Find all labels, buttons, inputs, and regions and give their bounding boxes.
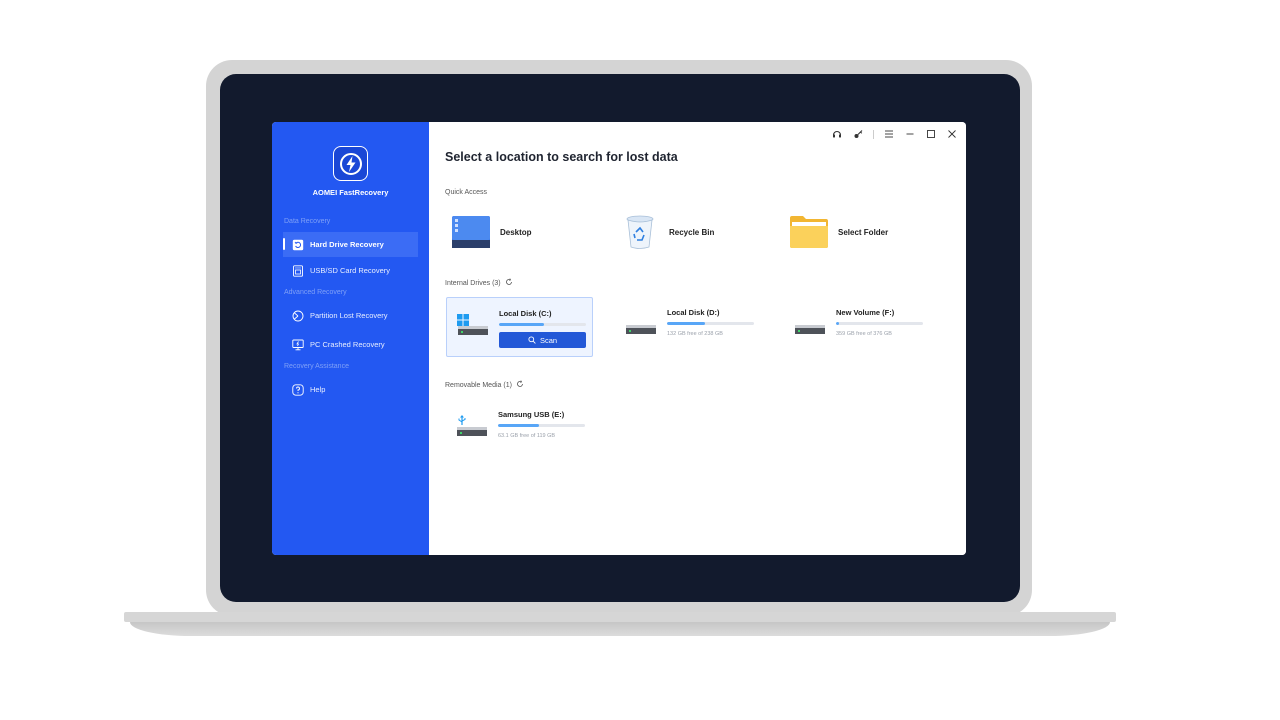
refresh-icon[interactable] xyxy=(505,278,513,288)
window-toolbar xyxy=(831,128,958,140)
desktop-icon xyxy=(451,214,491,250)
drive-f[interactable]: New Volume (F:) 359 GB free of 376 GB xyxy=(784,297,931,357)
drive-name: Local Disk (C:) xyxy=(499,309,552,318)
usb-drive-icon xyxy=(457,415,487,436)
drive-name: Samsung USB (E:) xyxy=(498,410,565,419)
hard-drive-icon xyxy=(795,325,825,334)
app-logo-icon xyxy=(333,146,368,181)
sidebar: AOMEI FastRecovery Data Recovery Hard Dr… xyxy=(272,122,429,555)
brand-name: AOMEI FastRecovery xyxy=(312,188,389,197)
section-label-advanced-recovery: Advanced Recovery xyxy=(284,289,347,296)
main-panel: Select a location to search for lost dat… xyxy=(429,122,966,555)
sidebar-item-label: Hard Drive Recovery xyxy=(310,240,384,249)
drive-name: Local Disk (D:) xyxy=(667,308,720,317)
drive-name: New Volume (F:) xyxy=(836,308,895,317)
minimize-icon[interactable] xyxy=(904,128,916,140)
quick-access-label-recycle-bin: Recycle Bin xyxy=(669,227,715,237)
menu-icon[interactable] xyxy=(883,128,895,140)
drive-usage-bar xyxy=(499,323,586,326)
sidebar-item-hard-drive-recovery[interactable]: Hard Drive Recovery xyxy=(283,232,418,257)
drive-free-space: 132 GB free of 238 GB xyxy=(667,331,723,337)
sidebar-item-label: USB/SD Card Recovery xyxy=(310,266,391,275)
drive-d[interactable]: Local Disk (D:) 132 GB free of 238 GB xyxy=(615,297,762,357)
app-window: AOMEI FastRecovery Data Recovery Hard Dr… xyxy=(272,122,966,555)
windows-drive-icon xyxy=(457,314,488,335)
sidebar-item-label: Partition Lost Recovery xyxy=(310,311,388,320)
quick-access-label-text: Quick Access xyxy=(445,189,488,196)
headset-icon[interactable] xyxy=(831,128,843,140)
quick-access-recycle-bin[interactable]: Recycle Bin xyxy=(620,214,714,250)
drive-usage-fill xyxy=(499,323,545,326)
monitor-icon xyxy=(292,339,304,351)
recycle-bin-icon xyxy=(620,214,660,250)
removable-media-label-text: Removable Media (1) xyxy=(445,381,512,389)
sidebar-item-pc-crashed-recovery[interactable]: PC Crashed Recovery xyxy=(283,332,418,357)
folder-icon xyxy=(789,214,829,250)
internal-drives-label-text: Internal Drives (3) xyxy=(445,279,501,287)
maximize-icon[interactable] xyxy=(925,128,937,140)
partition-icon xyxy=(292,310,304,322)
help-icon xyxy=(292,383,304,396)
sidebar-item-help[interactable]: Help xyxy=(283,377,418,402)
page-title: Select a location to search for lost dat… xyxy=(445,150,678,164)
active-indicator xyxy=(283,238,285,250)
scan-button[interactable]: Scan xyxy=(499,332,586,348)
quick-access-select-folder[interactable]: Select Folder xyxy=(789,214,888,250)
hard-drive-icon xyxy=(626,325,656,334)
drive-usage-fill xyxy=(498,424,539,427)
sidebar-item-label: Help xyxy=(310,385,326,394)
drive-c[interactable]: Local Disk (C:) Scan xyxy=(446,297,593,357)
drive-e[interactable]: Samsung USB (E:) 63.1 GB free of 119 GB xyxy=(446,399,593,459)
drive-usage-bar xyxy=(836,322,923,325)
scan-button-label: Scan xyxy=(539,335,558,345)
quick-access-label-desktop: Desktop xyxy=(500,227,532,237)
sidebar-item-usb-sd-card-recovery[interactable]: USB/SD Card Recovery xyxy=(283,258,418,283)
section-label-data-recovery: Data Recovery xyxy=(284,218,331,225)
internal-drives-label: Internal Drives (3) xyxy=(445,278,513,288)
quick-access-label: Quick Access xyxy=(445,189,487,196)
laptop-base-bottom xyxy=(130,622,1110,636)
sidebar-item-label: PC Crashed Recovery xyxy=(310,340,385,349)
drive-usage-bar xyxy=(667,322,754,325)
drive-usage-bar xyxy=(498,424,585,427)
drive-usage-fill xyxy=(836,322,839,325)
laptop-base xyxy=(124,612,1116,622)
refresh-icon[interactable] xyxy=(516,380,524,390)
search-icon xyxy=(528,336,536,344)
drive-usage-fill xyxy=(667,322,706,325)
sd-card-icon xyxy=(292,264,304,277)
drive-free-space: 359 GB free of 376 GB xyxy=(836,331,892,337)
restore-icon xyxy=(292,239,304,251)
removable-media-label: Removable Media (1) xyxy=(445,380,524,390)
sidebar-item-partition-lost-recovery[interactable]: Partition Lost Recovery xyxy=(283,303,418,328)
drive-free-space: 63.1 GB free of 119 GB xyxy=(498,433,556,439)
section-label-recovery-assistance: Recovery Assistance xyxy=(284,363,349,370)
quick-access-desktop[interactable]: Desktop xyxy=(451,214,532,250)
toolbar-separator xyxy=(873,129,874,139)
close-icon[interactable] xyxy=(946,128,958,140)
key-icon[interactable] xyxy=(852,128,864,140)
quick-access-label-select-folder: Select Folder xyxy=(838,227,889,237)
